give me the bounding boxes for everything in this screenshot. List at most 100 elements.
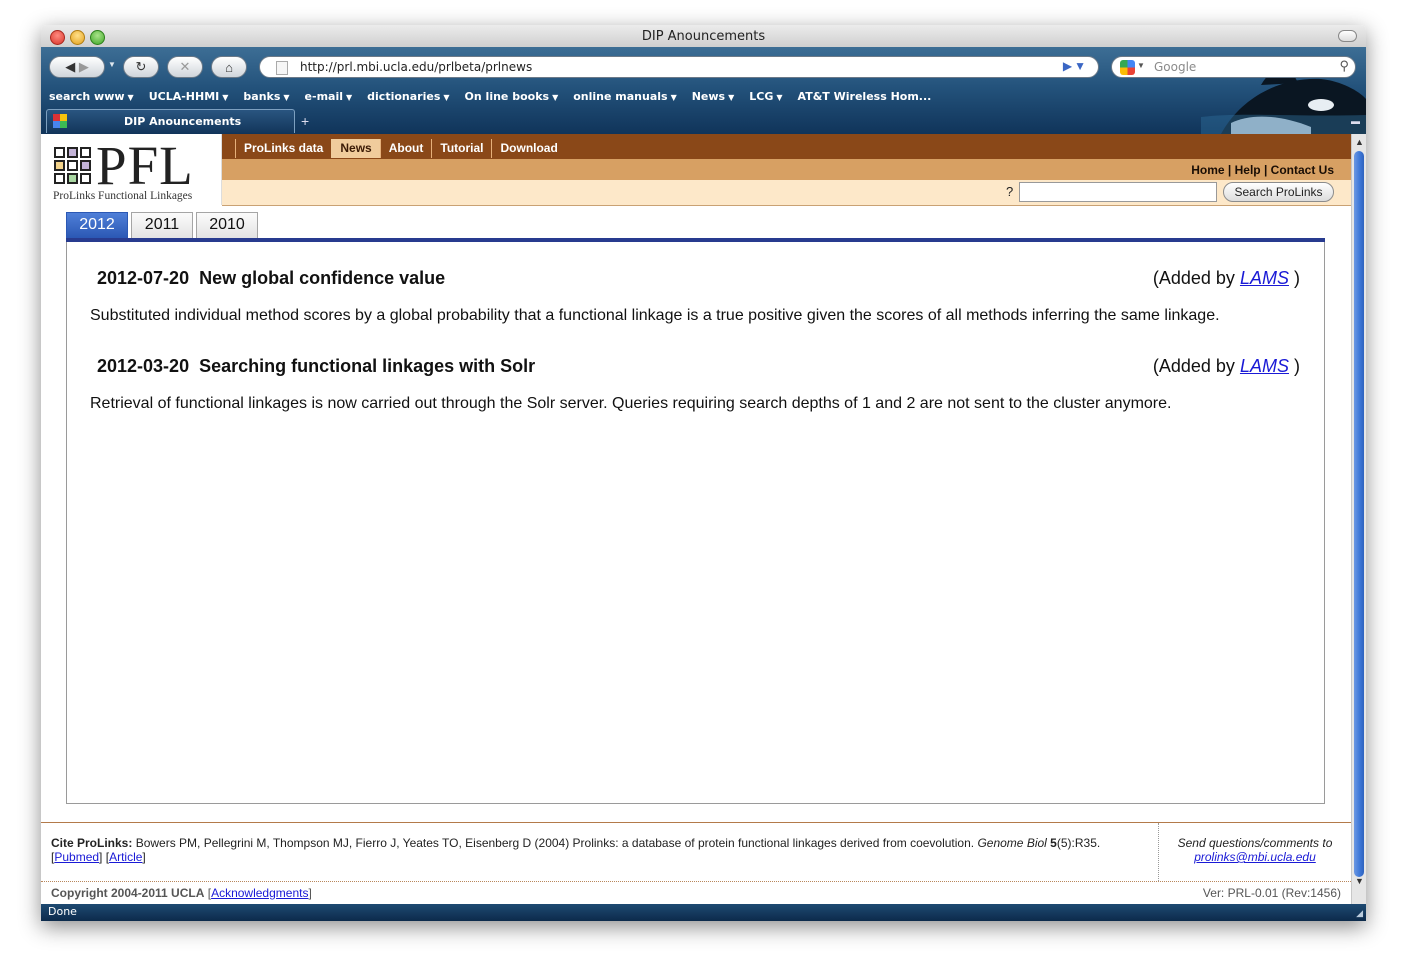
stop-icon: ✕ <box>179 59 191 74</box>
author-link[interactable]: LAMS <box>1240 268 1289 288</box>
resize-grip-icon[interactable]: ◢ <box>1356 908 1363 919</box>
stop-button[interactable]: ✕ <box>167 56 203 78</box>
address-bar[interactable]: http://prl.mbi.ucla.edu/prlbeta/prlnews … <box>259 56 1099 78</box>
forward-arrow-icon[interactable]: ▶ <box>79 59 89 75</box>
favicon-icon <box>53 114 67 128</box>
web-search-box[interactable]: ▼ Google ⚲ <box>1111 56 1356 78</box>
search-prolinks-button[interactable]: Search ProLinks <box>1223 182 1334 202</box>
added-by: (Added by LAMS ) <box>1152 356 1300 376</box>
bookmark-lcg[interactable]: LCG ▼ <box>741 87 789 107</box>
article-link[interactable]: Article <box>109 850 142 864</box>
tab-2010[interactable]: 2010 <box>196 212 258 238</box>
version-text: Ver: PRL-0.01 (Rev:1456) <box>1202 886 1341 900</box>
chevron-down-icon: ▼ <box>552 93 559 102</box>
tab-2011[interactable]: 2011 <box>131 212 193 238</box>
main-nav: ProLinks data News About Tutorial Downlo… <box>235 139 566 158</box>
contact-us-link[interactable]: Contact Us <box>1271 163 1334 177</box>
toolbar-toggle-button[interactable] <box>1338 30 1357 42</box>
help-link[interactable]: Help <box>1235 163 1261 177</box>
browser-tab[interactable]: DIP Anouncements <box>46 109 295 133</box>
browser-tab-title: DIP Anouncements <box>124 115 242 128</box>
author-link[interactable]: LAMS <box>1240 356 1289 376</box>
status-text: Done <box>48 905 77 918</box>
vertical-scrollbar[interactable]: ▲ ▼ <box>1351 134 1366 904</box>
news-date: 2012-03-20 <box>97 356 190 376</box>
scroll-down-icon[interactable]: ▼ <box>1355 876 1364 886</box>
tab-2012[interactable]: 2012 <box>66 212 128 238</box>
reload-button[interactable]: ↻ <box>123 56 159 78</box>
page-viewport: PFL ProLinks Functional Linkages ProLink… <box>41 134 1351 904</box>
main-nav-bar: ProLinks data News About Tutorial Downlo… <box>222 134 1351 159</box>
bookmark-ucla-hhmi[interactable]: UCLA-HHMI ▼ <box>141 87 236 107</box>
logo-square <box>54 147 65 158</box>
back-forward-buttons[interactable]: ◀ ▶ <box>49 56 105 78</box>
bookmarks-bar: search www ▼ UCLA-HHMI ▼ banks ▼ e-mail ▼ di… <box>41 87 1201 107</box>
bookmark-online-manuals[interactable]: online manuals ▼ <box>565 87 684 107</box>
pfl-logo[interactable]: PFL ProLinks Functional Linkages <box>51 135 211 202</box>
chevron-down-icon: ▼ <box>728 93 735 102</box>
page-icon <box>276 61 288 75</box>
logo-square <box>54 173 65 184</box>
send-text: Send questions/comments to <box>1177 836 1333 850</box>
url-text[interactable]: http://prl.mbi.ucla.edu/prlbeta/prlnews <box>300 60 532 74</box>
added-by: (Added by LAMS ) <box>1152 268 1300 288</box>
bookmark-e-mail[interactable]: e-mail ▼ <box>297 87 360 107</box>
logo-square <box>54 160 65 171</box>
logo-square <box>67 147 78 158</box>
prolinks-search-input[interactable] <box>1019 182 1217 202</box>
history-dropdown-icon[interactable]: ▼ <box>108 60 116 69</box>
bookmark-dictionaries[interactable]: dictionaries ▼ <box>359 87 456 107</box>
bookmark-news[interactable]: News ▼ <box>684 87 742 107</box>
nav-tutorial[interactable]: Tutorial <box>431 139 491 158</box>
nav-prolinks-data[interactable]: ProLinks data <box>235 139 331 158</box>
email-link[interactable]: prolinks@mbi.ucla.edu <box>1194 850 1316 864</box>
logo-square <box>80 147 91 158</box>
chevron-down-icon: ▼ <box>670 93 677 102</box>
scrollbar-thumb[interactable] <box>1354 151 1364 877</box>
bookmark-online-books[interactable]: On line books ▼ <box>457 87 566 107</box>
bookmark-banks[interactable]: banks ▼ <box>235 87 296 107</box>
chevron-down-icon: ▼ <box>127 93 134 102</box>
cite-journal: Genome Biol <box>977 836 1047 850</box>
title-bar: DIP Anouncements <box>41 25 1366 48</box>
window-title: DIP Anouncements <box>641 29 766 44</box>
nav-download[interactable]: Download <box>491 139 565 158</box>
new-tab-icon[interactable]: + <box>301 113 309 129</box>
news-headline: Searching functional linkages with Solr <box>199 356 536 376</box>
cite-label: Cite ProLinks: <box>51 836 133 850</box>
tab-list-icon[interactable]: ▬ <box>1351 116 1360 126</box>
link-separator: | <box>1260 163 1271 177</box>
news-date: 2012-07-20 <box>97 268 190 288</box>
nav-about[interactable]: About <box>379 139 432 158</box>
acknowledgments-link[interactable]: Acknowledgments <box>211 886 308 900</box>
news-panel: 2012-07-20 New global confidence value (A… <box>66 242 1325 804</box>
footer-divider <box>1158 823 1159 881</box>
nav-news[interactable]: News <box>331 139 380 158</box>
go-arrow-icon[interactable]: ▶▼ <box>1063 59 1088 73</box>
google-icon[interactable] <box>1120 60 1135 75</box>
logo-square <box>67 160 78 171</box>
search-engine-dropdown-icon[interactable]: ▼ <box>1137 61 1145 70</box>
scroll-up-icon[interactable]: ▲ <box>1355 137 1364 147</box>
browser-window: DIP Anouncements ◀ ▶ ▼ ↻ ✕ ⌂ http://prl.… <box>41 25 1366 921</box>
news-body: Substituted individual method scores by … <box>90 307 1220 324</box>
chevron-down-icon: ▼ <box>346 93 353 102</box>
help-links-bar: Home | Help | Contact Us <box>222 159 1351 180</box>
pubmed-link[interactable]: Pubmed <box>54 850 99 864</box>
reload-icon: ↻ <box>135 59 147 74</box>
search-help-link[interactable]: ? <box>1006 184 1013 199</box>
bookmark-search-www[interactable]: search www ▼ <box>41 87 141 107</box>
news-title: 2012-07-20 New global confidence value <box>97 268 445 289</box>
search-icon[interactable]: ⚲ <box>1339 58 1349 74</box>
home-link[interactable]: Home <box>1191 163 1224 177</box>
home-button[interactable]: ⌂ <box>211 56 247 78</box>
home-icon: ⌂ <box>225 59 233 75</box>
help-links: Home | Help | Contact Us <box>1191 163 1334 177</box>
search-placeholder[interactable]: Google <box>1154 60 1196 74</box>
news-title: 2012-03-20 Searching functional linkages … <box>97 356 535 377</box>
back-arrow-icon[interactable]: ◀ <box>65 59 75 75</box>
bookmark-att-wireless[interactable]: AT&T Wireless Hom... <box>790 87 939 107</box>
news-headline: New global confidence value <box>199 268 446 288</box>
logo-square <box>80 160 91 171</box>
chevron-down-icon: ▼ <box>776 93 783 102</box>
